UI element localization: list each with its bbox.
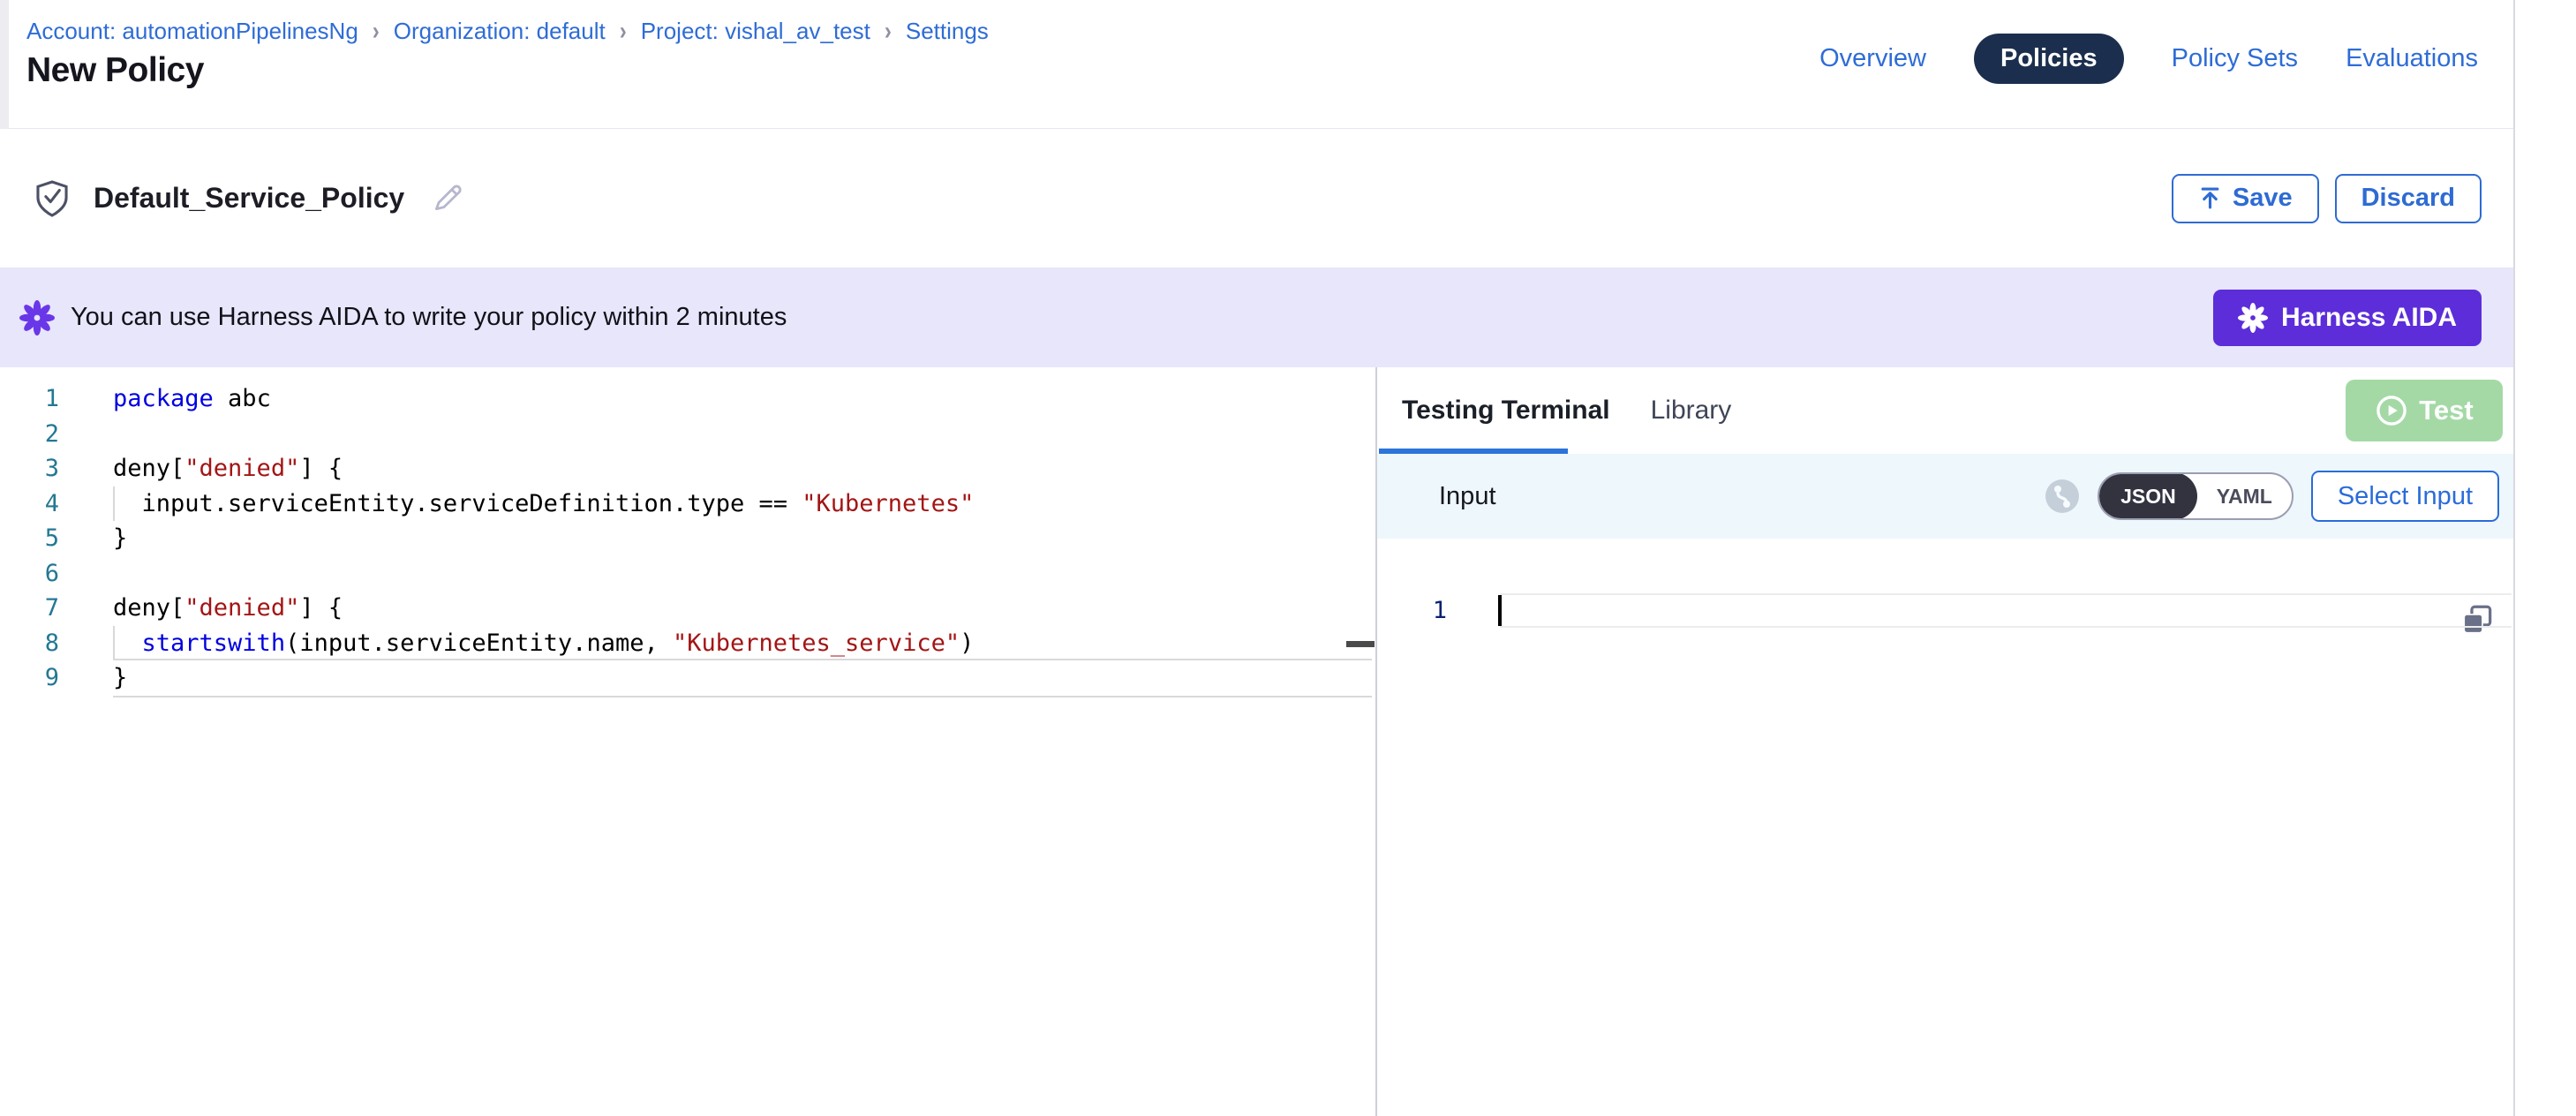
active-tab-underline — [1379, 449, 1568, 454]
overview-ruler-cursor-mark — [1346, 641, 1375, 647]
code-line-2: 2 — [0, 417, 1375, 452]
policy-code-editor[interactable]: 1package abc23deny["denied"] {4 input.se… — [0, 367, 1377, 1116]
line-number: 1 — [0, 381, 59, 417]
code-line-7: 7deny["denied"] { — [0, 591, 1375, 626]
input-source-icon[interactable] — [2045, 479, 2080, 514]
code-line-1: 1package abc — [0, 381, 1375, 417]
line-number: 5 — [0, 521, 59, 556]
breadcrumb-link[interactable]: Settings — [906, 18, 989, 45]
tab-evaluations[interactable]: Evaluations — [2346, 44, 2478, 73]
discard-label: Discard — [2361, 184, 2455, 213]
harness-aida-button[interactable]: Harness AIDA — [2213, 290, 2482, 346]
current-line-highlight — [113, 659, 1372, 698]
policy-editor-page: Account: automationPipelinesNg › Organizat… — [0, 0, 2576, 1116]
breadcrumb: Account: automationPipelinesNg › Organizat… — [26, 18, 989, 45]
terminal-tab-library[interactable]: Library — [1651, 396, 1732, 426]
policy-name: Default_Service_Policy — [94, 182, 404, 215]
format-option-yaml[interactable]: YAML — [2197, 472, 2292, 520]
content-area: Account: automationPipelinesNg › Organizat… — [0, 0, 2515, 1116]
tab-policies[interactable]: Policies — [1974, 34, 2124, 84]
testing-panel: Testing Terminal Library Test Input — [1377, 367, 2513, 1116]
code-line-9: 9} — [0, 660, 1375, 696]
text-cursor — [1498, 595, 1502, 626]
line-number: 4 — [0, 486, 59, 522]
window-edge — [0, 0, 9, 129]
breadcrumb-link[interactable]: Project: vishal_av_test — [641, 18, 870, 45]
shield-check-icon — [35, 179, 69, 218]
aida-button-label: Harness AIDA — [2281, 303, 2457, 333]
terminal-tabs: Testing Terminal Library — [1402, 396, 1731, 426]
input-line-number: 1 — [1377, 593, 1447, 628]
aida-button-flower-icon — [2238, 303, 2268, 333]
save-label: Save — [2233, 184, 2293, 213]
policy-toolbar: Default_Service_Policy Save Discard — [0, 129, 2513, 268]
aida-banner-text: You can use Harness AIDA to write your p… — [71, 303, 787, 332]
input-header-bar: Input JSONYAML Select Input — [1377, 454, 2513, 539]
format-option-json[interactable]: JSON — [2099, 472, 2197, 520]
indent-guide — [113, 486, 115, 522]
format-toggle: JSONYAML — [2098, 472, 2294, 520]
breadcrumb-separator: › — [373, 17, 380, 47]
test-button[interactable]: Test — [2346, 380, 2503, 441]
aida-banner: You can use Harness AIDA to write your p… — [0, 268, 2513, 367]
line-number: 8 — [0, 626, 59, 661]
aida-flower-icon — [19, 300, 55, 336]
edit-name-icon[interactable] — [431, 183, 463, 215]
tab-overview[interactable]: Overview — [1819, 44, 1926, 73]
breadcrumb-link[interactable]: Account: automationPipelinesNg — [26, 18, 358, 45]
line-number: 6 — [0, 556, 59, 592]
input-label: Input — [1439, 482, 1496, 511]
input-line-content — [1500, 593, 2512, 628]
play-circle-icon — [2375, 394, 2408, 427]
input-editor-line: 1 — [1377, 593, 2513, 628]
line-number: 3 — [0, 451, 59, 486]
line-number: 9 — [0, 660, 59, 696]
save-button[interactable]: Save — [2172, 174, 2319, 223]
upload-icon — [2198, 186, 2222, 210]
breadcrumb-separator: › — [620, 17, 627, 47]
main-split: 1package abc23deny["denied"] {4 input.se… — [0, 367, 2513, 1116]
code-line-3: 3deny["denied"] { — [0, 451, 1375, 486]
code-line-8: 8 startswith(input.serviceEntity.name, "… — [0, 626, 1375, 661]
code-line-4: 4 input.serviceEntity.serviceDefinition.… — [0, 486, 1375, 522]
code-line-5: 5} — [0, 521, 1375, 556]
indent-guide — [113, 626, 115, 661]
discard-button[interactable]: Discard — [2335, 174, 2482, 223]
line-number: 7 — [0, 591, 59, 626]
terminal-tab-testing-terminal[interactable]: Testing Terminal — [1402, 396, 1610, 426]
line-number: 2 — [0, 417, 59, 452]
page-header: Account: automationPipelinesNg › Organizat… — [0, 0, 2513, 129]
governance-tabs: Overview Policies Policy Sets Evaluations — [1819, 32, 2478, 85]
select-input-button[interactable]: Select Input — [2311, 471, 2499, 522]
input-editor[interactable]: 1 — [1377, 593, 2513, 1116]
page-title: New Policy — [26, 51, 204, 90]
terminal-tabbar: Testing Terminal Library Test — [1377, 367, 2513, 454]
code-line-6: 6 — [0, 556, 1375, 592]
test-label: Test — [2419, 395, 2473, 426]
code-lines: 1package abc23deny["denied"] {4 input.se… — [0, 381, 1375, 696]
tab-policy-sets[interactable]: Policy Sets — [2172, 44, 2298, 73]
breadcrumb-link[interactable]: Organization: default — [394, 18, 606, 45]
breadcrumb-separator: › — [885, 17, 892, 47]
